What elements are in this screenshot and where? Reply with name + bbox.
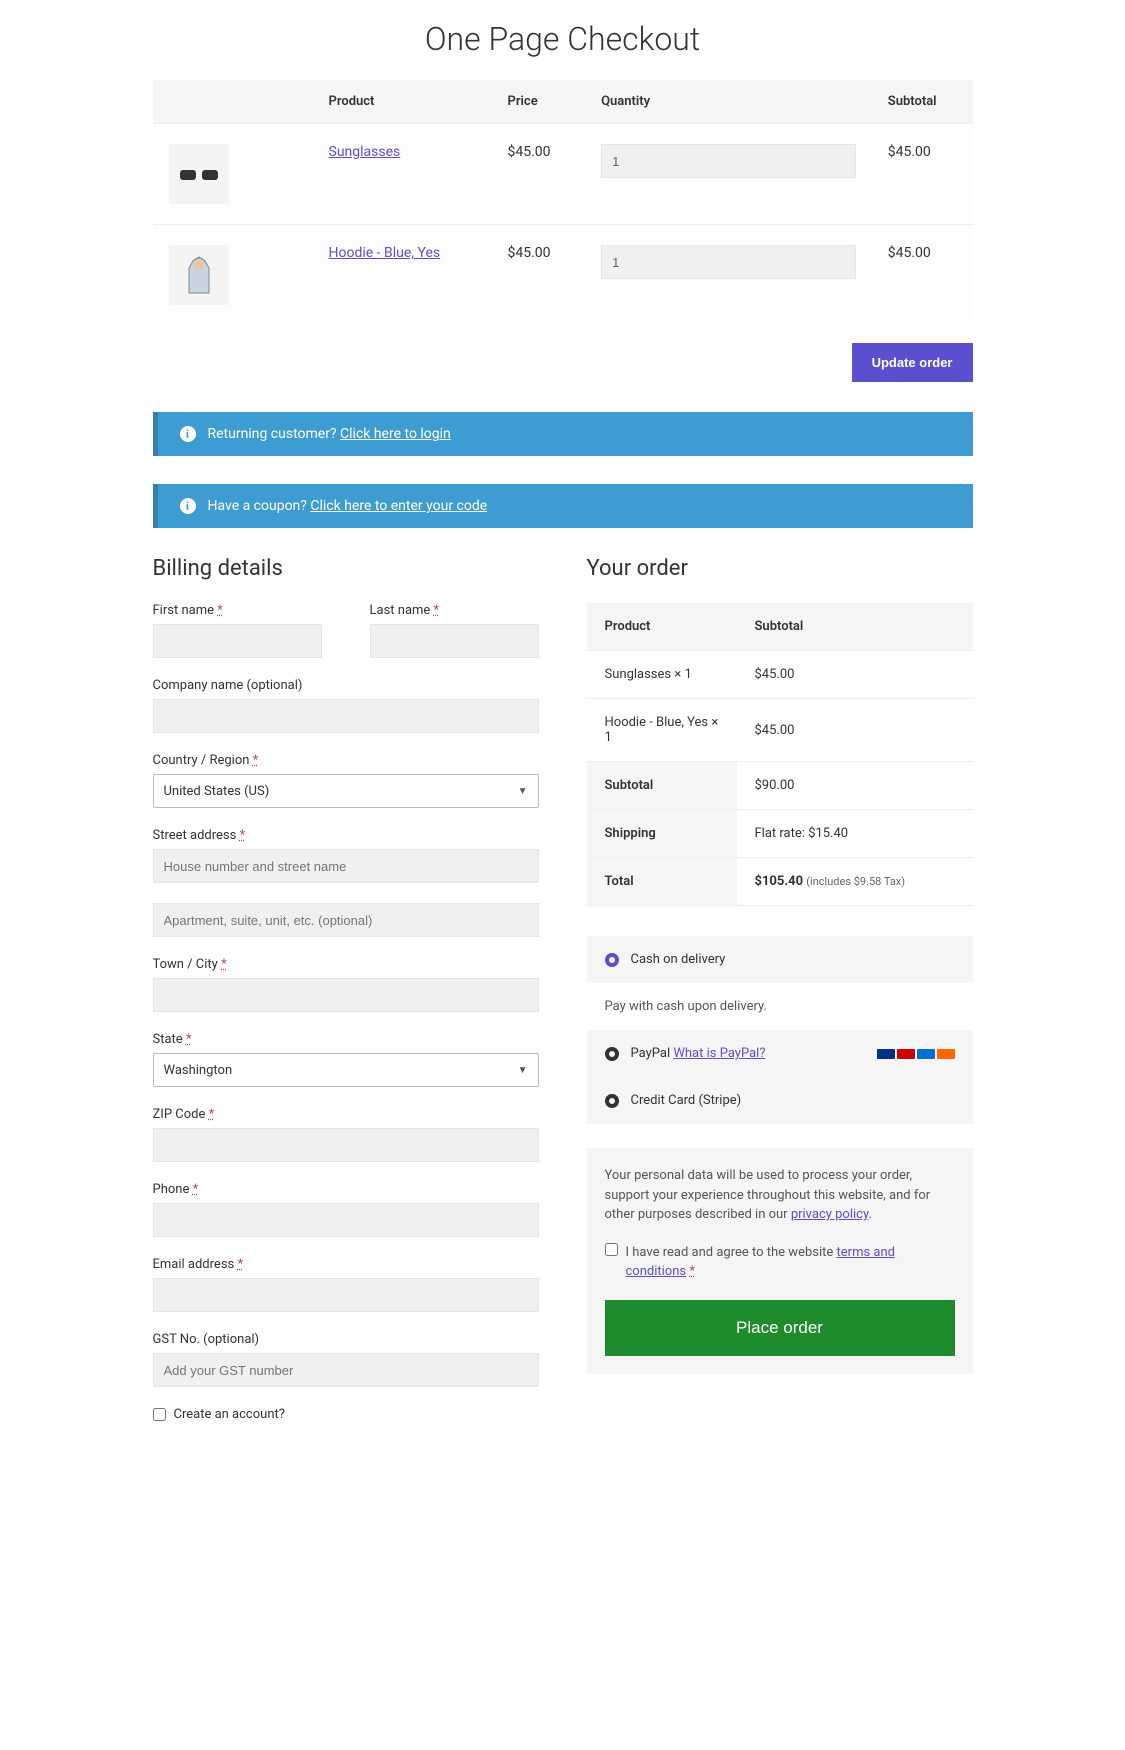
radio-icon xyxy=(605,953,619,967)
shipping-label: Shipping xyxy=(587,810,737,858)
shipping-value: Flat rate: $15.40 xyxy=(737,810,973,858)
login-banner: i Returning customer? Click here to logi… xyxy=(153,412,973,456)
last-name-label: Last name * xyxy=(370,603,539,618)
state-label: State * xyxy=(153,1032,539,1047)
order-header-subtotal: Subtotal xyxy=(737,603,973,651)
company-input[interactable] xyxy=(153,699,539,733)
phone-label: Phone * xyxy=(153,1182,539,1197)
hoodie-icon xyxy=(179,253,219,298)
login-banner-text: Returning customer? xyxy=(208,426,341,442)
create-account-checkbox[interactable] xyxy=(153,1408,166,1421)
login-link[interactable]: Click here to login xyxy=(340,426,451,442)
order-line-amount: $45.00 xyxy=(737,699,973,762)
terms-checkbox[interactable] xyxy=(605,1243,618,1256)
city-input[interactable] xyxy=(153,978,539,1012)
email-label: Email address * xyxy=(153,1257,539,1272)
product-thumbnail xyxy=(169,245,229,305)
email-input[interactable] xyxy=(153,1278,539,1312)
quantity-input[interactable] xyxy=(601,144,856,178)
product-thumbnail xyxy=(169,144,229,204)
first-name-label: First name * xyxy=(153,603,322,618)
phone-input[interactable] xyxy=(153,1203,539,1237)
zip-label: ZIP Code * xyxy=(153,1107,539,1122)
zip-input[interactable] xyxy=(153,1128,539,1162)
update-order-button[interactable]: Update order xyxy=(852,343,973,382)
radio-icon xyxy=(605,1047,619,1061)
privacy-policy-link[interactable]: privacy policy xyxy=(791,1207,869,1222)
state-select[interactable]: Washington ▼ xyxy=(153,1053,539,1087)
cod-description: Pay with cash upon delivery. xyxy=(587,983,973,1030)
place-order-button[interactable]: Place order xyxy=(605,1300,955,1356)
info-icon: i xyxy=(180,498,196,514)
coupon-banner-text: Have a coupon? xyxy=(208,498,311,514)
cart-header-subtotal: Subtotal xyxy=(872,80,973,124)
order-header-product: Product xyxy=(587,603,737,651)
country-label: Country / Region * xyxy=(153,753,539,768)
subtotal-cell: $45.00 xyxy=(872,124,973,225)
privacy-box: Your personal data will be used to proce… xyxy=(587,1148,973,1374)
page-title: One Page Checkout xyxy=(153,20,973,58)
terms-label: I have read and agree to the website xyxy=(626,1245,837,1260)
country-select[interactable]: United States (US) ▼ xyxy=(153,774,539,808)
price-cell: $45.00 xyxy=(492,225,586,326)
gst-label: GST No. (optional) xyxy=(153,1332,539,1347)
create-account-label: Create an account? xyxy=(174,1407,285,1422)
cart-header-product: Product xyxy=(313,80,492,124)
street-address-2-input[interactable] xyxy=(153,903,539,937)
subtotal-label: Subtotal xyxy=(587,762,737,810)
order-line-amount: $45.00 xyxy=(737,651,973,699)
coupon-banner: i Have a coupon? Click here to enter you… xyxy=(153,484,973,528)
quantity-input[interactable] xyxy=(601,245,856,279)
radio-icon xyxy=(605,1094,619,1108)
payment-option-stripe[interactable]: Credit Card (Stripe) xyxy=(587,1077,973,1124)
order-heading: Your order xyxy=(587,556,973,581)
price-cell: $45.00 xyxy=(492,124,586,225)
coupon-link[interactable]: Click here to enter your code xyxy=(310,498,487,514)
payment-option-cod[interactable]: Cash on delivery xyxy=(587,936,973,983)
first-name-input[interactable] xyxy=(153,624,322,658)
cart-header-price: Price xyxy=(492,80,586,124)
billing-heading: Billing details xyxy=(153,556,539,581)
last-name-input[interactable] xyxy=(370,624,539,658)
street-address-1-input[interactable] xyxy=(153,849,539,883)
card-brand-icons xyxy=(877,1049,955,1059)
order-line-name: Hoodie - Blue, Yes × 1 xyxy=(587,699,737,762)
total-label: Total xyxy=(587,858,737,906)
payment-option-paypal[interactable]: PayPal What is PayPal? xyxy=(587,1030,973,1077)
product-link[interactable]: Sunglasses xyxy=(329,144,401,160)
order-line-name: Sunglasses × 1 xyxy=(587,651,737,699)
chevron-down-icon: ▼ xyxy=(518,1065,528,1076)
cart-row: Hoodie - Blue, Yes $45.00 $45.00 xyxy=(153,225,973,326)
total-value: $105.40 (includes $9.58 Tax) xyxy=(737,858,973,906)
payment-methods: Cash on delivery Pay with cash upon deli… xyxy=(587,936,973,1124)
cart-row: Sunglasses $45.00 $45.00 xyxy=(153,124,973,225)
subtotal-cell: $45.00 xyxy=(872,225,973,326)
city-label: Town / City * xyxy=(153,957,539,972)
product-link[interactable]: Hoodie - Blue, Yes xyxy=(329,245,441,261)
sunglasses-icon xyxy=(180,167,218,181)
gst-input[interactable] xyxy=(153,1353,539,1387)
cart-header-quantity: Quantity xyxy=(585,80,872,124)
paypal-what-link[interactable]: What is PayPal? xyxy=(673,1046,765,1061)
info-icon: i xyxy=(180,426,196,442)
cart-table: Product Price Quantity Subtotal Sunglass… xyxy=(153,80,973,325)
chevron-down-icon: ▼ xyxy=(518,786,528,797)
order-summary-table: Product Subtotal Sunglasses × 1 $45.00 H… xyxy=(587,603,973,906)
street-label: Street address * xyxy=(153,828,539,843)
company-label: Company name (optional) xyxy=(153,678,539,693)
subtotal-value: $90.00 xyxy=(737,762,973,810)
